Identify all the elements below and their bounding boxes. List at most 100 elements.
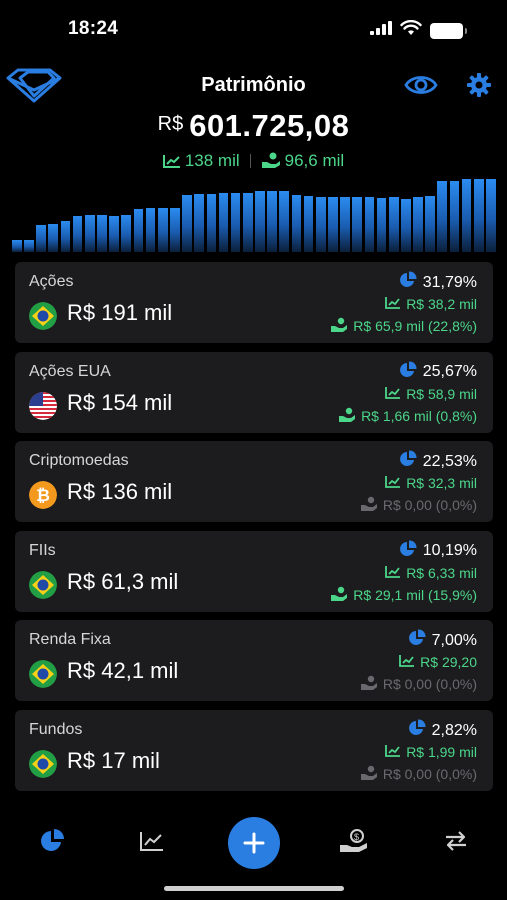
trend-up-icon [385, 296, 401, 312]
status-time: 18:24 [68, 18, 119, 39]
dividend-hand-icon [261, 152, 280, 168]
category-value: R$ 17 mil [67, 748, 160, 773]
history-bar [242, 192, 253, 252]
history-bar [388, 197, 399, 252]
category-name: Fundos [29, 721, 83, 738]
history-bar [425, 195, 435, 252]
category-dividends: R$ 0,00 (0,0%) [360, 496, 477, 514]
dividend-hand-icon [360, 675, 378, 693]
dividend-hand-icon [360, 496, 378, 514]
category-value: R$ 191 mil [67, 300, 173, 325]
category-allocation: 25,67% [399, 361, 477, 384]
category-value: R$ 136 mil [67, 479, 173, 505]
trend-up-icon [385, 475, 401, 491]
pie-chart-icon [41, 829, 64, 851]
history-bar [194, 193, 204, 252]
dividend-hand-icon [338, 407, 356, 425]
category-gain: R$ 58,9 mil [385, 386, 477, 402]
history-bar [303, 195, 314, 252]
gain-value: R$ 32,3 mil [406, 475, 477, 492]
summary-row: 138 mil 96,6 mil [0, 151, 507, 171]
pie-chart-icon [399, 271, 417, 294]
allocation-percent: 2,82% [431, 721, 477, 739]
tab-portfolio[interactable] [30, 826, 74, 856]
pie-chart-icon [399, 361, 417, 384]
category-gain: R$ 1,99 mil [385, 744, 477, 760]
gain-summary-value: 138 mil [184, 151, 240, 170]
category-dividends: R$ 0,00 (0,0%) [360, 765, 477, 783]
category-card[interactable]: FIIs R$ 61,3 mil 10,19% R$ 6,33 mil R$ 29,1 … [15, 530, 493, 612]
category-card[interactable]: Criptomoedas ₿ R$ 136 mil 22,53% R$ 32,3 mil… [15, 441, 493, 523]
history-bar [60, 220, 71, 252]
history-bar [413, 197, 423, 252]
gain-value: R$ 29,20 [420, 654, 477, 671]
category-dividends: R$ 65,9 mil (22,8%) [330, 317, 477, 335]
eye-icon[interactable] [404, 72, 440, 100]
gain-value: R$ 1,99 mil [406, 744, 477, 760]
category-value: R$ 154 mil [67, 389, 173, 415]
history-bar [97, 215, 107, 252]
category-name: Ações EUA [29, 362, 111, 380]
history-bar [340, 196, 350, 252]
history-bar [145, 208, 156, 252]
tab-performance[interactable] [130, 826, 174, 856]
category-name: Criptomoedas [29, 452, 129, 470]
add-button[interactable] [228, 817, 280, 869]
wifi-icon [400, 19, 422, 41]
history-bar [157, 208, 168, 252]
dividend-summary: 96,6 mil [261, 151, 345, 171]
trend-up-icon [399, 654, 415, 670]
history-bar [182, 195, 192, 252]
category-allocation: 22,53% [399, 450, 477, 473]
category-value: R$ 61,3 mil [67, 568, 179, 594]
history-bar [84, 214, 95, 252]
dividend-summary-value: 96,6 mil [284, 151, 345, 170]
status-icons [370, 19, 467, 41]
history-bar [255, 191, 265, 252]
status-bar: 18:24 [0, 0, 507, 56]
gain-summary: 138 mil [162, 151, 240, 171]
category-gain: R$ 29,20 [399, 654, 477, 670]
history-bar [279, 191, 290, 252]
signal-icon [370, 21, 392, 40]
pie-chart-icon [399, 450, 417, 473]
category-card[interactable]: Renda Fixa R$ 42,1 mil 7,00% R$ 29,20 R$ 0,0… [15, 620, 493, 702]
allocation-percent: 7,00% [431, 631, 477, 649]
category-card[interactable]: Fundos R$ 17 mil 2,82% R$ 1,99 mil R$ 0,00 (… [15, 710, 493, 791]
category-name: Ações [29, 273, 74, 290]
dividend-value: R$ 0,00 (0,0%) [382, 676, 477, 693]
category-card[interactable]: Ações R$ 191 mil 31,79% R$ 38,2 mil R$ 65,9 … [15, 262, 493, 343]
history-bar [230, 192, 241, 252]
history-bar [437, 181, 448, 252]
category-name: Renda Fixa [29, 631, 111, 649]
history-bar [206, 194, 217, 252]
category-dividends: R$ 29,1 mil (15,9%) [330, 586, 477, 604]
battery-icon [430, 22, 467, 39]
summary-divider [249, 154, 251, 168]
total-value: 601.725,08 [189, 108, 350, 143]
total-currency: R$ [157, 113, 184, 135]
dividend-hand-icon [360, 765, 378, 783]
pie-chart-icon [408, 719, 426, 742]
history-bar [218, 192, 229, 252]
dividend-value: R$ 1,66 mil (0,8%) [361, 407, 477, 424]
allocation-percent: 25,67% [422, 363, 477, 381]
history-bar [291, 195, 302, 252]
gear-icon[interactable] [466, 72, 492, 98]
trend-up-icon [385, 744, 401, 760]
category-allocation: 2,82% [408, 719, 477, 742]
history-bar [36, 225, 46, 252]
history-bar [315, 196, 326, 252]
history-bar [486, 179, 496, 252]
history-bar [461, 179, 472, 252]
trend-up-icon [385, 565, 401, 581]
history-bar [352, 196, 363, 252]
tab-transactions[interactable] [434, 826, 478, 856]
category-allocation: 31,79% [399, 271, 477, 294]
tab-dividends[interactable]: $ [332, 826, 376, 856]
history-bar [24, 239, 34, 252]
pie-chart-icon [408, 629, 426, 652]
history-bar [170, 207, 180, 252]
category-dividends: R$ 1,66 mil (0,8%) [338, 407, 477, 425]
category-card[interactable]: Ações EUA R$ 154 mil 25,67% R$ 58,9 mil R$ 1… [15, 351, 493, 433]
